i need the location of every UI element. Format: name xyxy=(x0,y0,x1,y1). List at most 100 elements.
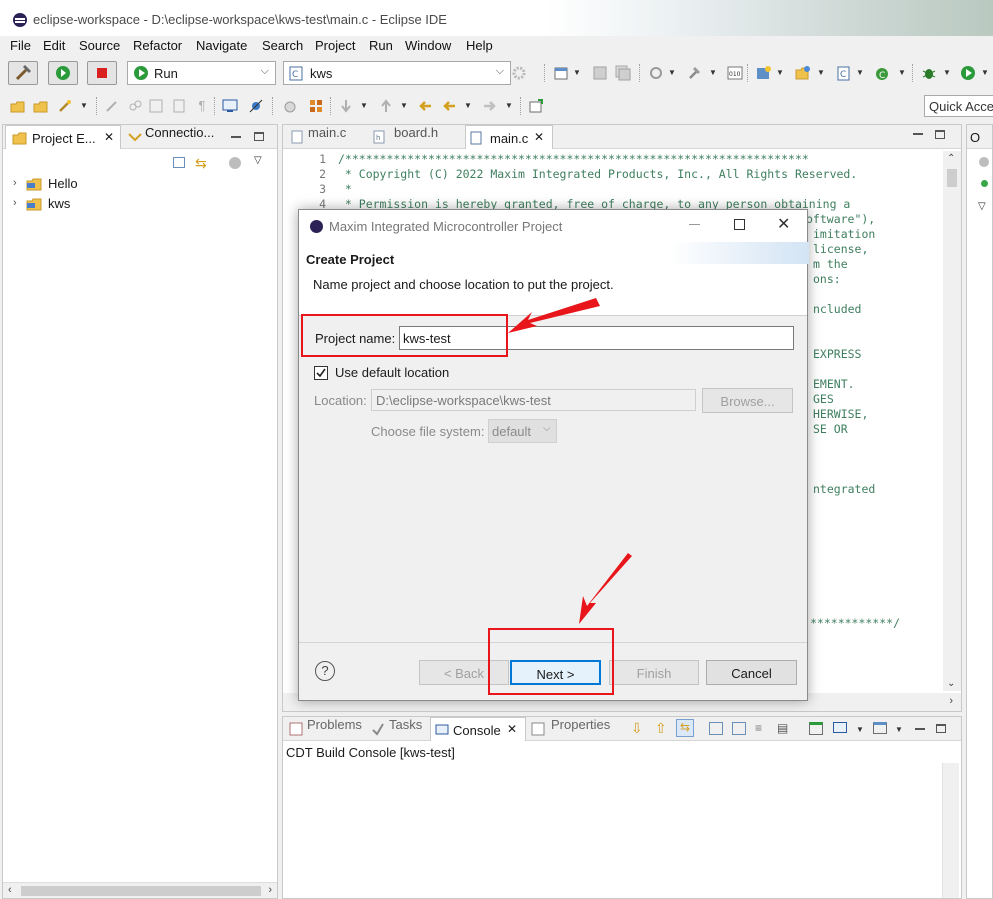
new-class-icon[interactable]: C xyxy=(874,65,890,81)
wand-icon[interactable] xyxy=(57,98,73,114)
open-folder-icon[interactable] xyxy=(33,98,49,114)
stop-icon[interactable] xyxy=(87,61,117,85)
filter-dots-icon[interactable] xyxy=(229,157,241,169)
vertical-scrollbar[interactable] xyxy=(942,763,959,898)
maximize-icon[interactable] xyxy=(936,724,946,733)
tab-main-c-1[interactable]: main.c xyxy=(289,125,369,149)
grid-icon[interactable] xyxy=(308,98,324,114)
debug-bug-icon[interactable] xyxy=(921,65,937,81)
view-menu-icon[interactable]: ▽ xyxy=(978,201,986,212)
pen-icon[interactable] xyxy=(104,98,120,114)
window-maximize-icon[interactable] xyxy=(734,219,745,230)
minimize-icon[interactable] xyxy=(915,728,925,730)
gear-icon[interactable] xyxy=(511,65,527,81)
minimize-icon[interactable] xyxy=(231,136,241,138)
browse-button[interactable]: Browse... xyxy=(702,388,793,413)
target-select[interactable]: C kws ⌵ xyxy=(283,61,511,85)
quick-access-field[interactable]: Quick Acce xyxy=(924,95,993,117)
chevron-right-icon[interactable]: › xyxy=(13,177,17,189)
arrow-up-icon[interactable]: ⇧ xyxy=(655,720,667,737)
menu-search[interactable]: Search xyxy=(262,38,303,53)
menu-help[interactable]: Help xyxy=(466,38,493,53)
link-icon[interactable] xyxy=(127,98,143,114)
build-hammer-icon[interactable] xyxy=(8,61,38,85)
tab-properties[interactable]: Properties xyxy=(529,717,619,741)
tab-console[interactable]: Console ✕ xyxy=(430,717,526,741)
menu-file[interactable]: File xyxy=(10,38,31,53)
open-console-icon[interactable] xyxy=(873,722,887,734)
new-folder-icon[interactable] xyxy=(795,65,811,81)
last-edit-icon[interactable] xyxy=(418,98,434,114)
clear-icon[interactable]: ▤ xyxy=(777,721,788,735)
cancel-button[interactable]: Cancel xyxy=(706,660,797,685)
collapse-all-icon[interactable] xyxy=(173,157,185,168)
menu-window[interactable]: Window xyxy=(405,38,451,53)
new-c-project-icon[interactable] xyxy=(756,65,772,81)
debug-run-icon[interactable] xyxy=(48,61,78,85)
menu-navigate[interactable]: Navigate xyxy=(196,38,247,53)
lock-icon[interactable] xyxy=(709,722,723,735)
menu-edit[interactable]: Edit xyxy=(43,38,65,53)
arrow-down-icon[interactable]: ⇩ xyxy=(631,720,643,737)
wrap-icon[interactable]: ≡ xyxy=(755,721,762,735)
maximize-icon[interactable] xyxy=(935,130,945,139)
window-minimize-icon[interactable] xyxy=(689,224,700,225)
new-icon[interactable] xyxy=(553,65,569,81)
filter-dots-icon[interactable] xyxy=(979,157,989,167)
maximize-icon[interactable] xyxy=(254,132,264,141)
tab-board-h[interactable]: h board.h xyxy=(371,125,461,149)
close-icon[interactable]: ✕ xyxy=(104,130,114,144)
file-system-select[interactable]: default ⌵ xyxy=(488,419,557,443)
location-input[interactable]: D:\eclipse-workspace\kws-test xyxy=(371,389,696,411)
tab-project-explorer[interactable]: Project E... ✕ xyxy=(5,125,121,149)
forward-arrow-icon[interactable] xyxy=(481,98,497,114)
minimize-icon[interactable] xyxy=(913,133,923,135)
menu-refactor[interactable]: Refactor xyxy=(133,38,182,53)
hand-icon[interactable] xyxy=(282,98,298,114)
tab-tasks[interactable]: Tasks xyxy=(371,717,429,741)
save-icon[interactable] xyxy=(592,65,608,81)
filter-icon[interactable] xyxy=(648,65,664,81)
chevron-right-icon[interactable]: › xyxy=(13,197,17,209)
open-project-icon[interactable] xyxy=(10,98,26,114)
menu-project[interactable]: Project xyxy=(315,38,355,53)
tab-main-c-active[interactable]: main.c ✕ xyxy=(465,125,553,149)
compare-icon[interactable] xyxy=(148,98,164,114)
horizontal-scrollbar[interactable]: ‹ › xyxy=(3,882,277,898)
pin-editor-icon[interactable] xyxy=(528,98,544,114)
code-fragment: ons: xyxy=(813,272,841,286)
run-config-select[interactable]: Run ⌵ xyxy=(127,61,276,85)
next-annotation-icon[interactable] xyxy=(338,98,354,114)
display-console-icon[interactable] xyxy=(833,722,847,733)
hammer-icon[interactable] xyxy=(686,65,702,81)
save-all-icon[interactable] xyxy=(615,65,631,81)
vertical-scrollbar[interactable]: ⌃ ⌄ xyxy=(943,151,961,691)
link-editor-icon[interactable]: ⇆ xyxy=(195,155,207,172)
close-icon[interactable]: ✕ xyxy=(534,130,544,144)
no-breakpoint-icon[interactable] xyxy=(248,98,264,114)
pin-icon[interactable] xyxy=(732,722,746,735)
tree-item-hello[interactable]: › Hello xyxy=(11,175,211,195)
binary-icon[interactable]: 010 xyxy=(727,65,743,81)
run-icon[interactable] xyxy=(960,65,976,81)
tab-problems[interactable]: Problems xyxy=(287,717,367,741)
menu-run[interactable]: Run xyxy=(369,38,393,53)
window-close-icon[interactable]: ✕ xyxy=(777,214,790,234)
tab-connections[interactable]: Connectio... xyxy=(125,125,245,149)
close-icon[interactable]: ✕ xyxy=(507,722,517,736)
tree-item-kws[interactable]: › kws xyxy=(11,195,211,215)
finish-button[interactable]: Finish xyxy=(609,660,699,685)
new-c-file-icon[interactable]: C xyxy=(836,65,852,81)
help-icon[interactable]: ? xyxy=(315,661,335,681)
view-menu-icon[interactable]: ▽ xyxy=(254,155,262,166)
menu-source[interactable]: Source xyxy=(79,38,120,53)
back-arrow-icon[interactable] xyxy=(442,98,458,114)
tab-outline[interactable]: O xyxy=(970,130,980,145)
new-console-icon[interactable] xyxy=(809,722,823,735)
terminal-icon[interactable] xyxy=(222,98,238,114)
block-icon[interactable] xyxy=(171,98,187,114)
sync-icon[interactable]: ⇆ xyxy=(676,719,694,737)
paragraph-icon[interactable]: ¶ xyxy=(194,98,210,114)
prev-annotation-icon[interactable] xyxy=(378,98,394,114)
use-default-checkbox[interactable] xyxy=(314,366,328,380)
